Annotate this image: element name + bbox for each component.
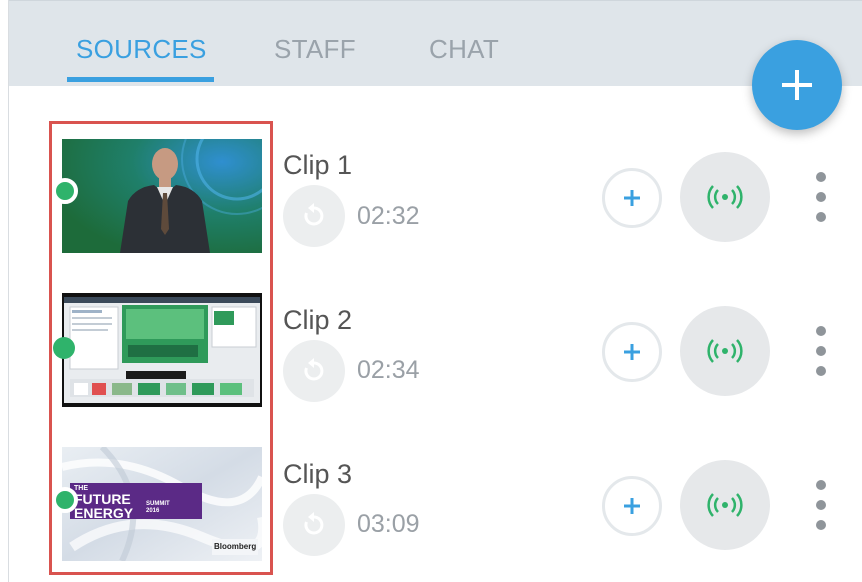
plus-icon: [782, 70, 812, 100]
replay-button[interactable]: [283, 494, 345, 556]
add-clip-button[interactable]: [602, 476, 662, 536]
clip-name: Clip 1: [283, 150, 353, 180]
go-live-button[interactable]: [680, 306, 770, 396]
sources-panel: SOURCES STAFF CHAT Clip 1 02:32 Clip 2 0…: [0, 0, 862, 582]
clip-duration: 02:34: [357, 356, 420, 384]
replay-button[interactable]: [283, 185, 345, 247]
panel-divider: [8, 0, 9, 582]
replay-icon: [304, 358, 324, 381]
clip-name: Clip 2: [283, 305, 353, 335]
broadcast-icon: [707, 339, 743, 363]
replay-button[interactable]: [283, 340, 345, 402]
tab-staff[interactable]: STAFF: [274, 34, 356, 65]
clip-duration: 02:32: [357, 202, 420, 230]
tab-sources[interactable]: SOURCES: [76, 34, 207, 65]
broadcast-icon: [707, 493, 743, 517]
add-clip-button[interactable]: [602, 168, 662, 228]
clip-duration: 03:09: [357, 510, 420, 538]
tab-chat[interactable]: CHAT: [429, 34, 499, 65]
add-clip-button[interactable]: [602, 322, 662, 382]
plus-icon: [624, 498, 640, 514]
plus-icon: [624, 190, 640, 206]
go-live-button[interactable]: [680, 460, 770, 550]
more-options-icon[interactable]: [812, 326, 830, 376]
plus-icon: [624, 344, 640, 360]
broadcast-icon: [707, 185, 743, 209]
clip-name: Clip 3: [283, 459, 353, 489]
thumbnail-selection-highlight: [49, 121, 273, 575]
go-live-button[interactable]: [680, 152, 770, 242]
replay-icon: [304, 203, 324, 226]
more-options-icon[interactable]: [812, 480, 830, 530]
active-tab-indicator: [67, 77, 214, 82]
add-source-button[interactable]: [752, 40, 842, 130]
more-options-icon[interactable]: [812, 172, 830, 222]
replay-icon: [304, 512, 324, 535]
